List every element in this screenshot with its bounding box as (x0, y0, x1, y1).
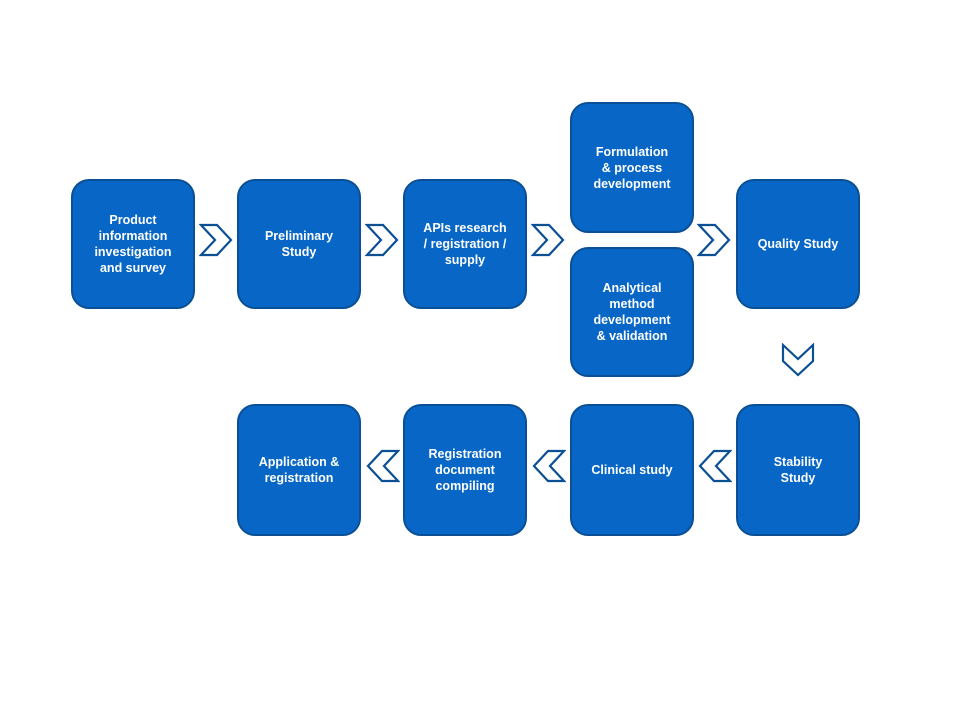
step-label: APIs research / registration / supply (423, 221, 507, 267)
step-stability-study: Stability Study (736, 404, 860, 536)
step-preliminary-study: Preliminary Study (237, 179, 361, 309)
step-formulation: Formulation & process development (570, 102, 694, 233)
step-application-registration: Application & registration (237, 404, 361, 536)
chevron-left-icon (532, 449, 566, 483)
chevron-right-icon (365, 223, 399, 257)
step-registration-document: Registration document compiling (403, 404, 527, 536)
chevron-left-icon (366, 449, 400, 483)
step-label: Registration document compiling (428, 447, 502, 493)
step-label: Application & registration (258, 455, 340, 485)
step-label: Formulation & process development (593, 144, 671, 191)
step-quality-study: Quality Study (736, 179, 860, 309)
step-label: Quality Study (757, 237, 839, 251)
chevron-right-icon (697, 223, 731, 257)
step-apis-research: APIs research / registration / supply (403, 179, 527, 309)
chevron-down-icon (781, 343, 815, 377)
step-label: Product information investigation and su… (94, 213, 172, 275)
chevron-right-icon (531, 223, 565, 257)
step-label: Stability Study (773, 455, 823, 485)
chevron-right-icon (199, 223, 233, 257)
step-clinical-study: Clinical study (570, 404, 694, 536)
chevron-left-icon (698, 449, 732, 483)
step-label: Clinical study (591, 463, 673, 477)
step-product-information: Product information investigation and su… (71, 179, 195, 309)
step-label: Preliminary Study (264, 229, 334, 259)
step-label: Analytical method development & validati… (593, 281, 671, 343)
step-analytical-method: Analytical method development & validati… (570, 247, 694, 377)
